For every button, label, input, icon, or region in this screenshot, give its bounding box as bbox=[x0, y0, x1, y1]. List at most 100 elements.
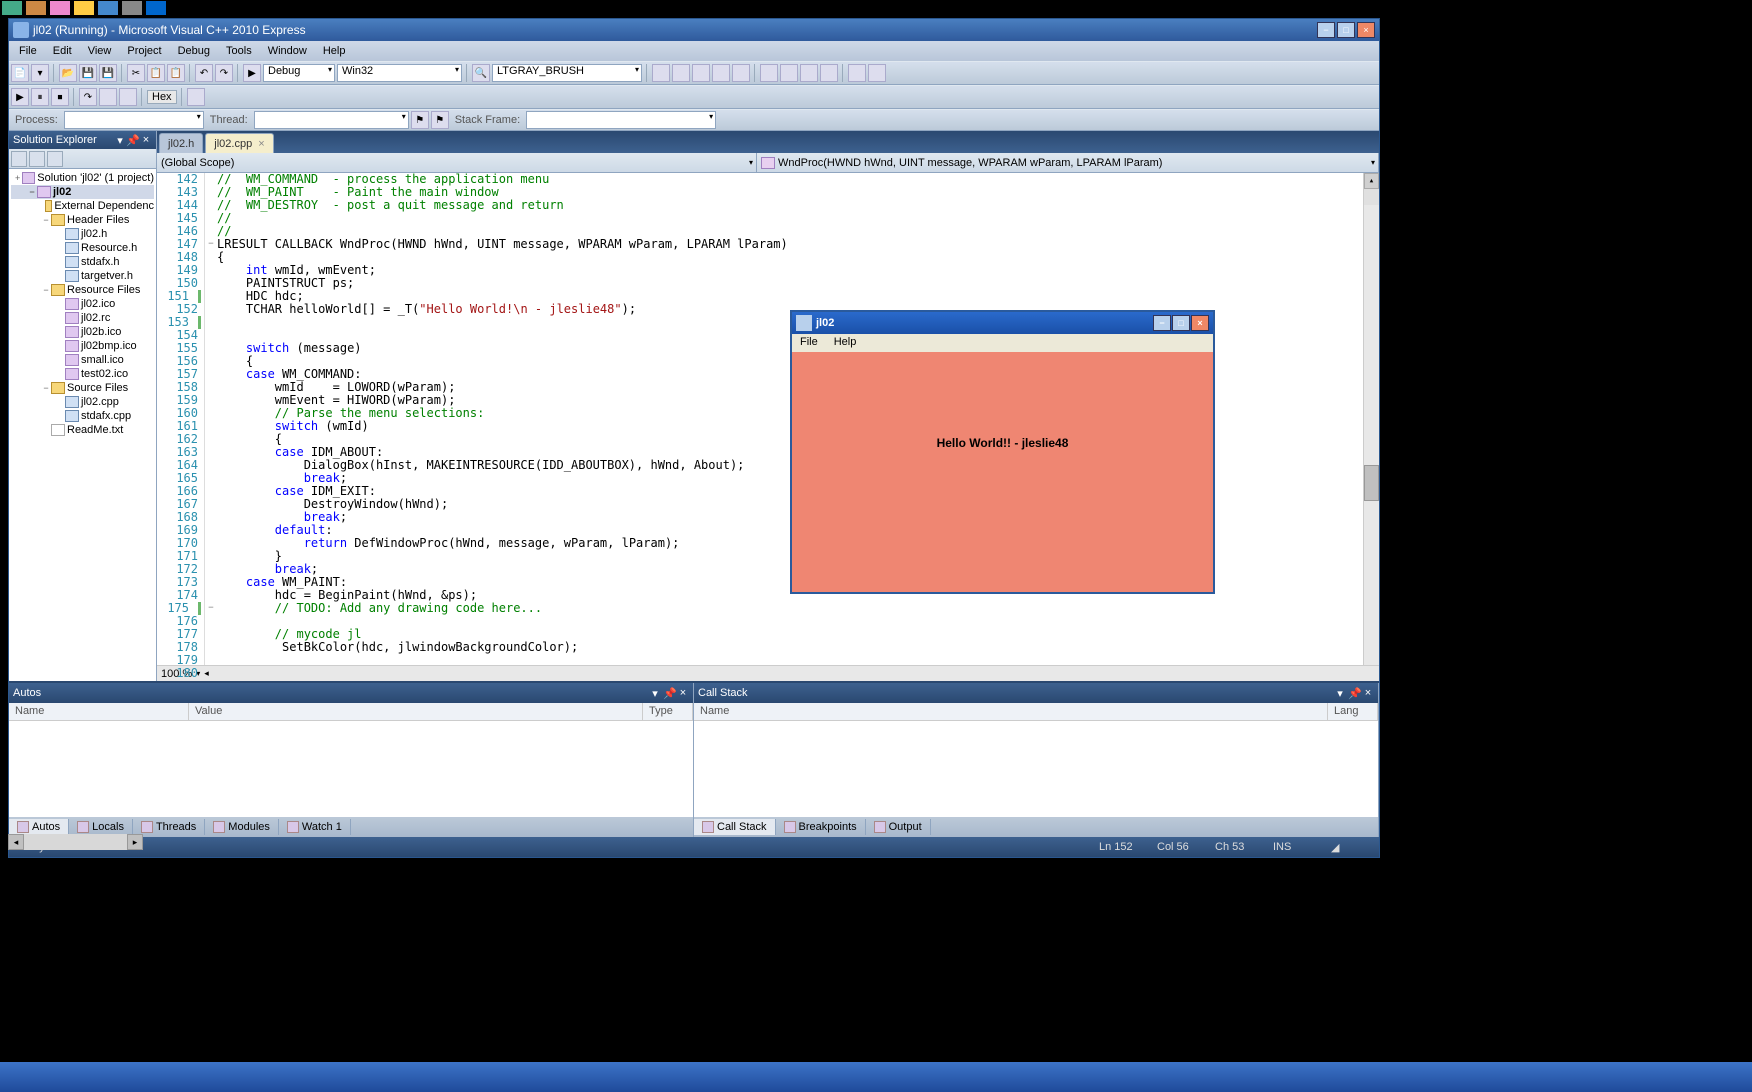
step-button[interactable]: ↷ bbox=[79, 88, 97, 106]
cmd-button[interactable] bbox=[848, 64, 866, 82]
step-out-button[interactable] bbox=[119, 88, 137, 106]
redo-button[interactable]: ↷ bbox=[215, 64, 233, 82]
solution-tree[interactable]: +Solution 'jl02' (1 project)−jl02Externa… bbox=[9, 169, 156, 681]
minimize-button[interactable]: − bbox=[1153, 315, 1171, 331]
tray-icon[interactable] bbox=[26, 1, 46, 15]
tree-node[interactable]: ReadMe.txt bbox=[11, 423, 154, 437]
menu-tools[interactable]: Tools bbox=[218, 43, 260, 59]
cmd-button[interactable] bbox=[800, 64, 818, 82]
tree-node[interactable]: −Header Files bbox=[11, 213, 154, 227]
panel-dropdown-icon[interactable]: ▾ bbox=[649, 687, 661, 700]
break-button[interactable]: ⏸ bbox=[31, 88, 49, 106]
tray-icon[interactable] bbox=[74, 1, 94, 15]
expand-toggle[interactable]: − bbox=[41, 383, 51, 393]
cut-button[interactable]: ✂ bbox=[127, 64, 145, 82]
running-app-window[interactable]: jl02 − □ × FileHelp Hello World!! - jles… bbox=[790, 310, 1215, 594]
tree-node[interactable]: jl02.ico bbox=[11, 297, 154, 311]
tree-node[interactable]: jl02b.ico bbox=[11, 325, 154, 339]
cmd-button[interactable] bbox=[712, 64, 730, 82]
tray-icon[interactable] bbox=[50, 1, 70, 15]
tray-icon[interactable] bbox=[2, 1, 22, 15]
tree-node[interactable]: jl02.cpp bbox=[11, 395, 154, 409]
dock-tab[interactable]: Breakpoints bbox=[776, 819, 866, 835]
tray-icon[interactable] bbox=[98, 1, 118, 15]
dock-tab[interactable]: Call Stack bbox=[694, 819, 776, 835]
config-dropdown[interactable]: Debug bbox=[263, 64, 335, 82]
resize-grip-icon[interactable]: ◢ bbox=[1331, 841, 1375, 854]
cmd-button[interactable] bbox=[692, 64, 710, 82]
menu-view[interactable]: View bbox=[80, 43, 120, 59]
flag-button[interactable]: ⚑ bbox=[431, 111, 449, 129]
cmd-button[interactable] bbox=[760, 64, 778, 82]
menu-file[interactable]: File bbox=[11, 43, 45, 59]
dock-tab[interactable]: Watch 1 bbox=[279, 819, 351, 835]
pin-icon[interactable]: 📌 bbox=[127, 134, 139, 146]
panel-close-icon[interactable]: × bbox=[1362, 687, 1374, 700]
app-titlebar[interactable]: jl02 − □ × bbox=[792, 312, 1213, 334]
expand-toggle[interactable]: + bbox=[13, 173, 22, 183]
tray-icon[interactable] bbox=[146, 1, 166, 15]
panel-close-icon[interactable]: × bbox=[677, 687, 689, 700]
tree-node[interactable]: Resource.h bbox=[11, 241, 154, 255]
expand-toggle[interactable]: − bbox=[41, 285, 51, 295]
outline-toggle[interactable]: − bbox=[205, 238, 217, 251]
continue-button[interactable]: ▶ bbox=[11, 88, 29, 106]
tray-icon[interactable] bbox=[122, 1, 142, 15]
dock-tab[interactable]: Autos bbox=[9, 819, 69, 835]
undo-button[interactable]: ↶ bbox=[195, 64, 213, 82]
tree-node[interactable]: −Resource Files bbox=[11, 283, 154, 297]
cmd-button[interactable] bbox=[187, 88, 205, 106]
save-all-button[interactable]: 💾 bbox=[99, 64, 117, 82]
outlining-margin[interactable]: −− bbox=[205, 173, 217, 665]
tab-close-icon[interactable]: × bbox=[258, 138, 264, 150]
scroll-left-button[interactable]: ◂ bbox=[8, 834, 24, 850]
save-button[interactable]: 💾 bbox=[79, 64, 97, 82]
windows-taskbar[interactable] bbox=[0, 1062, 1752, 1092]
split-button[interactable] bbox=[1364, 189, 1379, 205]
flag-button[interactable]: ⚑ bbox=[411, 111, 429, 129]
refresh-button[interactable] bbox=[11, 151, 27, 167]
dock-tab[interactable]: Threads bbox=[133, 819, 205, 835]
tree-node[interactable]: −jl02 bbox=[11, 185, 154, 199]
cmd-button[interactable] bbox=[780, 64, 798, 82]
cmd-button[interactable] bbox=[732, 64, 750, 82]
tree-node[interactable]: jl02.rc bbox=[11, 311, 154, 325]
app-menu-help[interactable]: Help bbox=[826, 334, 865, 352]
col-type[interactable]: Type bbox=[643, 703, 693, 720]
column-headers[interactable]: Name Value Type bbox=[9, 703, 693, 721]
pin-icon[interactable]: 📌 bbox=[663, 687, 675, 700]
expand-toggle[interactable]: − bbox=[27, 187, 37, 197]
copy-button[interactable]: 📋 bbox=[147, 64, 165, 82]
stop-button[interactable]: ⏹ bbox=[51, 88, 69, 106]
callstack-body[interactable] bbox=[694, 721, 1378, 817]
tree-node[interactable]: targetver.h bbox=[11, 269, 154, 283]
panel-header[interactable]: Call Stack ▾📌× bbox=[694, 683, 1378, 703]
pin-icon[interactable]: 📌 bbox=[1348, 687, 1360, 700]
tree-node[interactable]: External Dependenc bbox=[11, 199, 154, 213]
col-value[interactable]: Value bbox=[189, 703, 643, 720]
maximize-button[interactable]: □ bbox=[1172, 315, 1190, 331]
dock-tab[interactable]: Locals bbox=[69, 819, 133, 835]
cmd-button[interactable] bbox=[868, 64, 886, 82]
scroll-track[interactable] bbox=[24, 834, 127, 850]
platform-dropdown[interactable]: Win32 bbox=[337, 64, 462, 82]
paste-button[interactable]: 📋 bbox=[167, 64, 185, 82]
col-name[interactable]: Name bbox=[9, 703, 189, 720]
new-project-button[interactable]: 📄 bbox=[11, 64, 29, 82]
dock-tab[interactable]: Modules bbox=[205, 819, 279, 835]
panel-dropdown-icon[interactable]: ▾ bbox=[114, 134, 126, 146]
outline-toggle[interactable]: − bbox=[205, 602, 217, 615]
tree-node[interactable]: +Solution 'jl02' (1 project) bbox=[11, 171, 154, 185]
properties-button[interactable] bbox=[29, 151, 45, 167]
document-tab[interactable]: jl02.cpp× bbox=[205, 133, 273, 153]
vertical-scrollbar[interactable]: ▴ bbox=[1363, 173, 1379, 665]
find-in-files-button[interactable]: 🔍 bbox=[472, 64, 490, 82]
maximize-button[interactable]: □ bbox=[1337, 22, 1355, 38]
find-combo[interactable]: LTGRAY_BRUSH bbox=[492, 64, 642, 82]
tree-node[interactable]: stdafx.cpp bbox=[11, 409, 154, 423]
col-lang[interactable]: Lang bbox=[1328, 703, 1378, 720]
autos-body[interactable] bbox=[9, 721, 693, 817]
titlebar[interactable]: jl02 (Running) - Microsoft Visual C++ 20… bbox=[9, 19, 1379, 41]
dock-tab[interactable]: Output bbox=[866, 819, 931, 835]
hex-toggle[interactable]: Hex bbox=[147, 90, 177, 104]
